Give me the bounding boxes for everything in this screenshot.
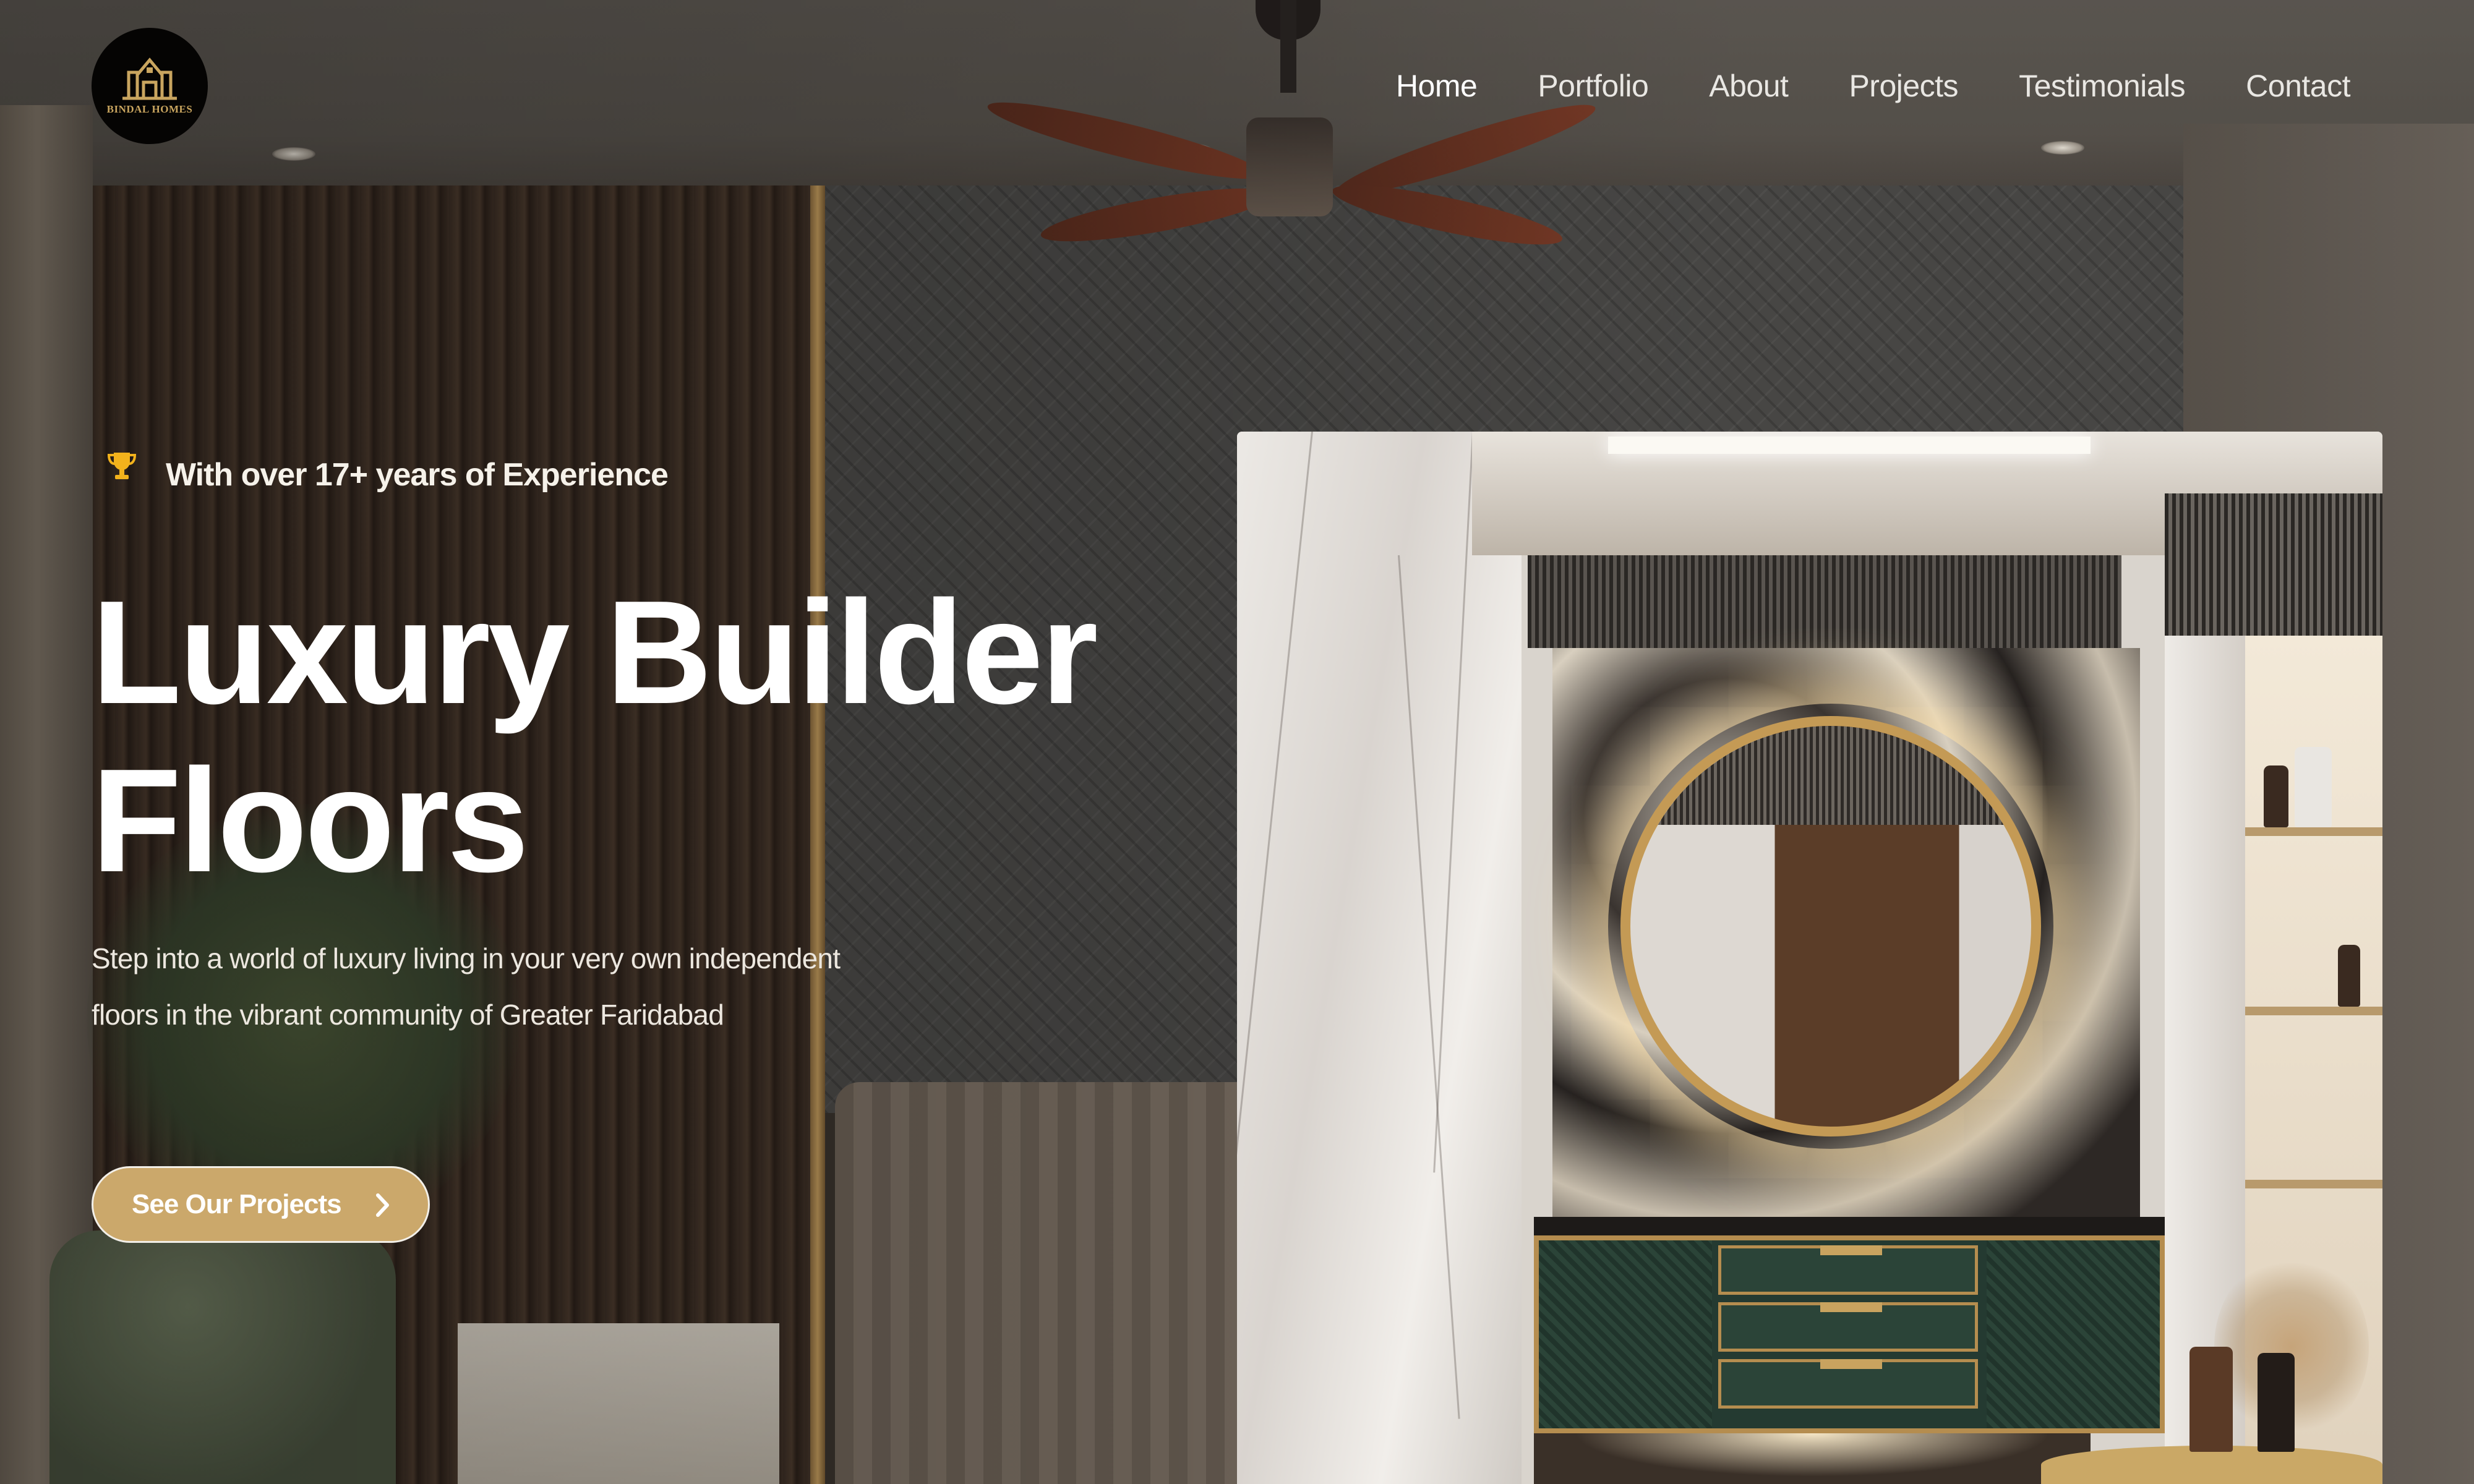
see-our-projects-button[interactable]: See Our Projects (92, 1166, 430, 1243)
brand-logo[interactable]: BINDAL HOMES (92, 28, 208, 144)
lit-stone-base (1534, 1433, 2091, 1484)
nav-testimonials[interactable]: Testimonials (2019, 68, 2186, 104)
cta-label: See Our Projects (132, 1189, 342, 1219)
hero-title-line2: Floors (92, 739, 529, 903)
soap-bottle (2258, 1353, 2295, 1452)
experience-text: With over 17+ years of Experience (166, 457, 669, 493)
brand-name: BINDAL HOMES (106, 103, 193, 115)
nav-projects[interactable]: Projects (1849, 68, 1958, 104)
slatted-panel (2165, 493, 2382, 636)
experience-badge: With over 17+ years of Experience (106, 453, 669, 493)
chevron-right-icon (376, 1193, 389, 1217)
vanity-cabinet (1534, 1235, 2165, 1433)
nav-home[interactable]: Home (1396, 68, 1478, 104)
nav-about[interactable]: About (1709, 68, 1789, 104)
skylight (1608, 437, 2091, 454)
trophy-icon (107, 453, 137, 479)
marble-wall (1237, 432, 1522, 1484)
house-roof-logo-icon (122, 58, 177, 100)
slatted-panel (1528, 555, 2121, 648)
hero-title-line1: Luxury Builder (92, 571, 1098, 735)
countertop (1534, 1217, 2165, 1235)
featured-interior-image (1237, 432, 2382, 1484)
hero-description: Step into a world of luxury living in yo… (92, 942, 841, 1031)
hero-title: Luxury Builder Floors (92, 569, 1098, 905)
soap-bottle (2189, 1347, 2233, 1452)
nav-portfolio[interactable]: Portfolio (1538, 68, 1648, 104)
main-nav: Home Portfolio About Projects Testimonia… (1396, 68, 2351, 104)
nav-contact[interactable]: Contact (2246, 68, 2350, 104)
round-mirror (1620, 716, 2041, 1136)
